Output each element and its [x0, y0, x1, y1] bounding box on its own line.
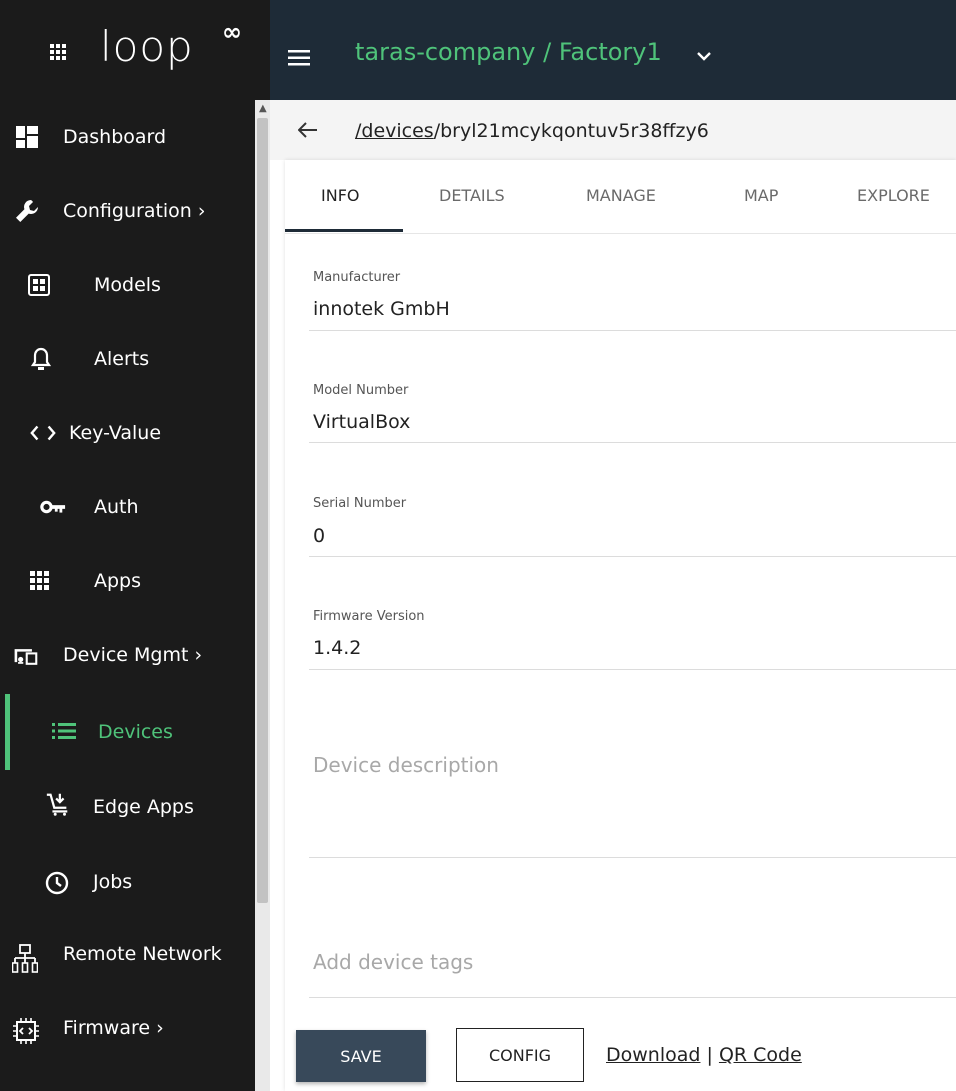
device-description-placeholder: Device description: [313, 753, 499, 777]
breadcrumb: /devices/bryl21mcykqontuv5r38ffzy6: [355, 120, 709, 142]
logo-text: loop: [100, 22, 194, 71]
breadcrumb-device-id: /bryl21mcykqontuv5r38ffzy6: [433, 120, 709, 142]
back-arrow-icon[interactable]: [297, 122, 318, 142]
sidebar-item-label: Device Mgmt ›: [63, 644, 203, 666]
sidebar-item-configuration[interactable]: Configuration ›: [0, 174, 255, 248]
breadcrumb-devices-link[interactable]: /devices: [355, 120, 434, 142]
sidebar-item-key-value[interactable]: Key-Value: [0, 396, 255, 470]
device-tags-field[interactable]: Add device tags: [309, 910, 956, 998]
sidebar-item-label: Key-Value: [69, 422, 162, 444]
model-number-value: VirtualBox: [313, 411, 411, 433]
sidebar-item-label: Edge Apps: [93, 796, 194, 818]
sidebar-item-label: Alerts: [94, 348, 150, 370]
manufacturer-field[interactable]: Manufacturer innotek GmbH: [309, 264, 956, 331]
sidebar-item-models[interactable]: Models: [0, 248, 255, 322]
firmware-version-field[interactable]: Firmware Version 1.4.2: [309, 605, 956, 670]
sidebar-item-apps[interactable]: Apps: [0, 544, 255, 618]
clock-icon: [44, 870, 70, 896]
models-icon: [26, 272, 52, 298]
sidebar-item-devices[interactable]: Devices: [0, 692, 255, 766]
sidebar-item-label: Remote Network: [63, 943, 222, 965]
breadcrumb-bar: /devices/bryl21mcykqontuv5r38ffzy6: [270, 100, 956, 160]
sidebar-item-edge-apps[interactable]: Edge Apps: [0, 766, 255, 840]
logo-mark: ∞: [222, 18, 243, 46]
sidebar-item-label: Auth: [94, 496, 139, 518]
key-icon: [40, 494, 66, 520]
sidebar-item-jobs[interactable]: Jobs: [0, 840, 255, 914]
brand-area: loop ∞: [0, 0, 270, 100]
network-icon: [11, 944, 39, 974]
serial-number-value: 0: [313, 525, 326, 547]
list-icon: [51, 718, 77, 744]
cart-icon: [45, 791, 71, 817]
code-icon: [30, 420, 56, 446]
sidebar-item-label: Firmware ›: [63, 1017, 164, 1039]
qr-code-link[interactable]: QR Code: [719, 1044, 802, 1066]
tab-manage[interactable]: MANAGE: [586, 186, 656, 205]
serial-number-label: Serial Number: [313, 496, 407, 511]
app-grid-icon[interactable]: [50, 44, 66, 64]
device-mgmt-icon: [12, 643, 38, 669]
sidebar-item-auth[interactable]: Auth: [0, 470, 255, 544]
chevron-down-icon[interactable]: [697, 46, 711, 65]
model-number-field[interactable]: Model Number VirtualBox: [309, 378, 956, 443]
firmware-version-value: 1.4.2: [313, 637, 362, 659]
download-link[interactable]: Download: [606, 1044, 700, 1066]
save-button[interactable]: SAVE: [296, 1030, 426, 1082]
sidebar-scrollbar-thumb[interactable]: [257, 118, 268, 903]
model-number-label: Model Number: [313, 383, 409, 398]
sidebar-item-label: Configuration ›: [63, 200, 206, 222]
org-selector[interactable]: taras-company / Factory1: [355, 38, 662, 66]
sidebar-item-label: Dashboard: [63, 126, 167, 148]
active-tab-indicator: [285, 229, 403, 232]
config-button[interactable]: CONFIG: [456, 1028, 584, 1082]
sidebar-item-label: Jobs: [93, 871, 133, 893]
download-links: Download | QR Code: [606, 1044, 802, 1066]
logo[interactable]: loop ∞: [100, 18, 242, 71]
sidebar-item-alerts[interactable]: Alerts: [0, 322, 255, 396]
link-separator: |: [700, 1044, 719, 1066]
sidebar-item-label: Models: [94, 274, 161, 296]
tab-map[interactable]: MAP: [744, 186, 778, 205]
tab-bar: INFO DETAILS MANAGE MAP EXPLORE: [285, 160, 956, 234]
serial-number-field[interactable]: Serial Number 0: [309, 492, 956, 557]
active-indicator: [5, 694, 10, 770]
sidebar: loop ∞ Dashboard Configuration › Models: [0, 0, 270, 1091]
menu-icon[interactable]: [288, 50, 310, 70]
sidebar-item-label: Apps: [94, 570, 142, 592]
device-description-field[interactable]: Device description: [309, 720, 956, 858]
sidebar-item-remote-network[interactable]: Remote Network: [0, 914, 255, 988]
chip-icon: [11, 1016, 41, 1046]
tab-explore[interactable]: EXPLORE: [857, 186, 930, 205]
wrench-icon: [14, 198, 40, 224]
manufacturer-label: Manufacturer: [313, 270, 401, 285]
manufacturer-value: innotek GmbH: [313, 298, 450, 320]
tab-details[interactable]: DETAILS: [439, 186, 505, 205]
apps-grid-icon: [27, 568, 53, 594]
device-card: INFO DETAILS MANAGE MAP EXPLORE Manufact…: [285, 160, 956, 1091]
top-bar: taras-company / Factory1: [270, 0, 956, 100]
bell-icon: [28, 346, 54, 372]
scroll-up-arrow-icon[interactable]: ▲: [259, 103, 267, 114]
sidebar-item-firmware[interactable]: Firmware ›: [0, 988, 255, 1062]
sidebar-item-label: Devices: [98, 721, 173, 743]
device-tags-placeholder: Add device tags: [313, 950, 474, 974]
sidebar-item-device-mgmt[interactable]: Device Mgmt ›: [0, 618, 255, 692]
dashboard-icon: [14, 124, 40, 150]
sidebar-item-dashboard[interactable]: Dashboard: [0, 100, 255, 174]
tab-info[interactable]: INFO: [321, 186, 359, 205]
firmware-version-label: Firmware Version: [313, 609, 425, 624]
